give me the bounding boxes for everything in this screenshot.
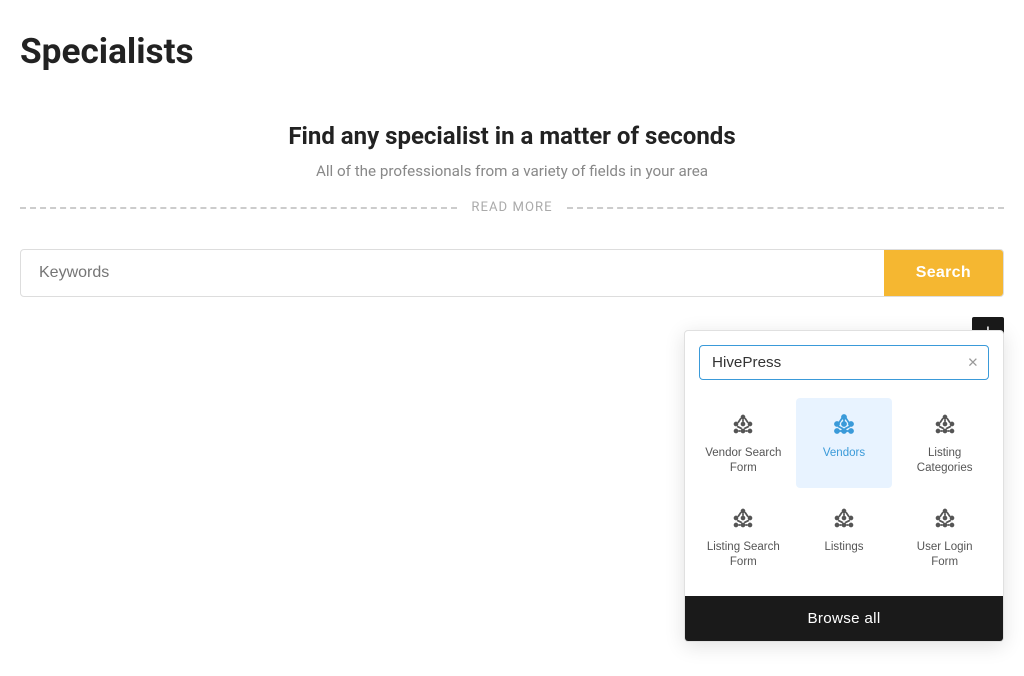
search-button[interactable]: Search (884, 250, 1003, 296)
read-more-divider[interactable]: READ MORE (20, 200, 1004, 215)
user-login-form-label: User Login Form (904, 540, 985, 570)
popup-item-listings[interactable]: Listings (796, 492, 893, 582)
read-more-label[interactable]: READ MORE (457, 200, 566, 215)
search-bar: Search (20, 249, 1004, 297)
popup-items-grid: Vendor Search Form (685, 390, 1003, 596)
popup-item-listing-categories[interactable]: Listing Categories (896, 398, 993, 488)
popup-panel: × (684, 330, 1004, 642)
popup-search-wrapper: × (699, 345, 989, 380)
vendors-label: Vendors (823, 446, 865, 461)
listings-label: Listings (824, 540, 863, 555)
popup-search-clear-button[interactable]: × (958, 346, 988, 379)
vendor-search-form-label: Vendor Search Form (703, 446, 784, 476)
browse-all-button[interactable]: Browse all (685, 596, 1003, 641)
popup-item-user-login-form[interactable]: User Login Form (896, 492, 993, 582)
hero-heading: Find any specialist in a matter of secon… (20, 122, 1004, 150)
hero-subtext: All of the professionals from a variety … (20, 162, 1004, 180)
listing-search-form-icon (729, 504, 757, 532)
listing-categories-icon (931, 410, 959, 438)
popup-item-vendor-search-form[interactable]: Vendor Search Form (695, 398, 792, 488)
popup-item-vendors[interactable]: Vendors (796, 398, 893, 488)
vendor-search-form-icon (729, 410, 757, 438)
hero-section: Find any specialist in a matter of secon… (20, 102, 1004, 249)
listing-categories-label: Listing Categories (904, 446, 985, 476)
search-input[interactable] (21, 250, 884, 296)
listing-search-form-label: Listing Search Form (703, 540, 784, 570)
popup-item-listing-search-form[interactable]: Listing Search Form (695, 492, 792, 582)
user-login-form-icon (931, 504, 959, 532)
popup-search-input[interactable] (700, 346, 958, 379)
vendors-icon (830, 410, 858, 438)
page-title: Specialists (20, 20, 1004, 72)
listings-icon (830, 504, 858, 532)
popup-search-area: × (685, 331, 1003, 390)
